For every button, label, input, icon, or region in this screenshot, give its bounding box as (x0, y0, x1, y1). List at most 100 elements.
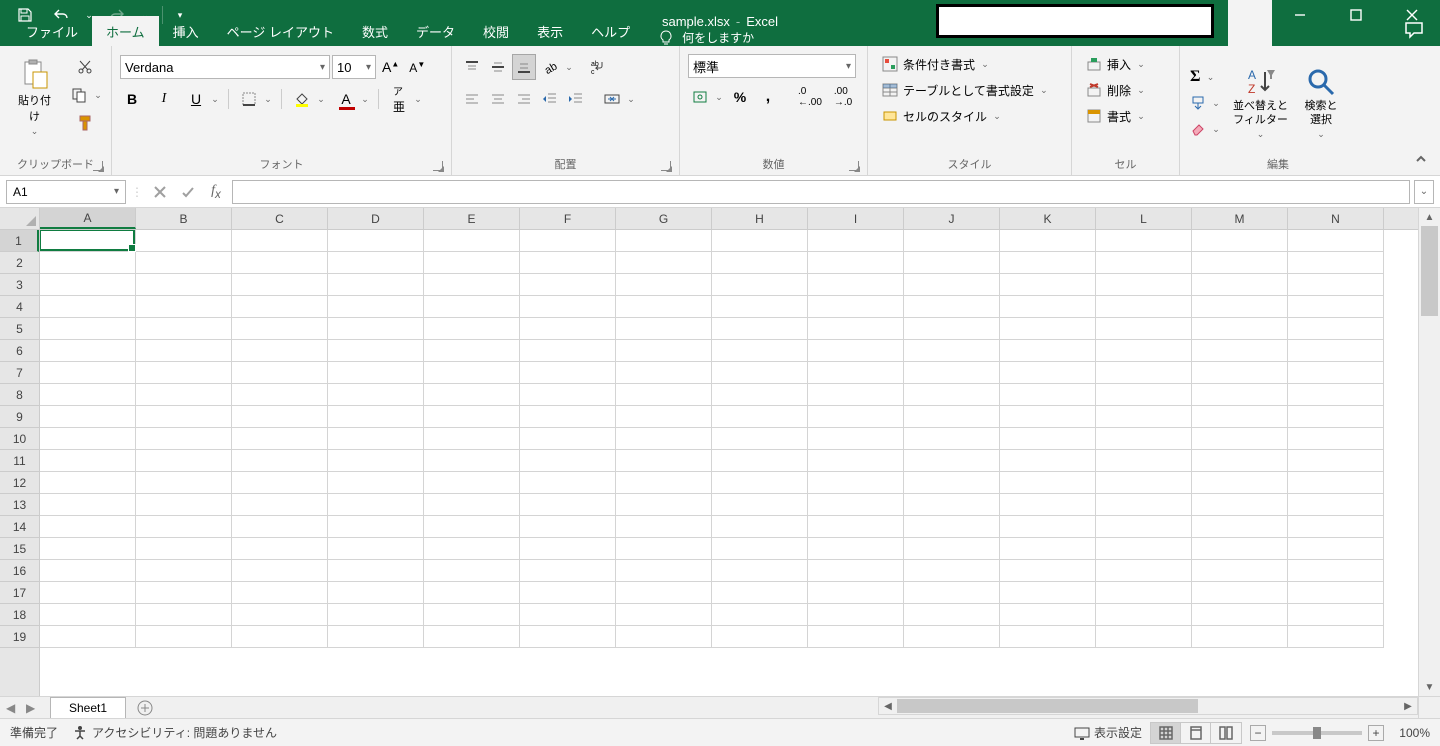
cell[interactable] (1192, 274, 1288, 296)
cell[interactable] (616, 384, 712, 406)
cell[interactable] (40, 362, 136, 384)
column-header[interactable]: M (1192, 208, 1288, 229)
paste-button[interactable]: 貼り付け ⌄ (8, 56, 61, 139)
orientation-dropdown[interactable]: ⌄ (564, 62, 574, 73)
cell[interactable] (40, 450, 136, 472)
cells-grid[interactable] (40, 230, 1418, 696)
cell[interactable] (520, 516, 616, 538)
scroll-down[interactable]: ▼ (1419, 678, 1440, 696)
cell[interactable] (712, 428, 808, 450)
select-all-corner[interactable] (0, 208, 40, 230)
horizontal-scrollbar[interactable]: ◀ ▶ (878, 697, 1418, 715)
column-header[interactable]: C (232, 208, 328, 229)
cell[interactable] (1192, 230, 1288, 252)
cell[interactable] (904, 494, 1000, 516)
accounting-dropdown[interactable]: ⌄ (714, 92, 724, 103)
cell[interactable] (712, 406, 808, 428)
cell[interactable] (616, 626, 712, 648)
row-header[interactable]: 1 (0, 230, 39, 252)
cell[interactable] (1288, 230, 1384, 252)
cell[interactable] (904, 362, 1000, 384)
cell[interactable] (424, 538, 520, 560)
cell[interactable] (40, 252, 136, 274)
cell[interactable] (232, 428, 328, 450)
tell-me[interactable]: 何をしますか (658, 29, 754, 46)
cell[interactable] (328, 406, 424, 428)
cell[interactable] (1192, 362, 1288, 384)
cell[interactable] (1288, 406, 1384, 428)
tab-formulas[interactable]: 数式 (348, 16, 402, 46)
cell[interactable] (808, 582, 904, 604)
cell[interactable] (232, 230, 328, 252)
sort-filter-button[interactable]: AZ 並べ替えと フィルター⌄ (1227, 64, 1294, 141)
format-cells[interactable]: 書式⌄ (1080, 104, 1152, 128)
cell[interactable] (520, 428, 616, 450)
cell[interactable] (1192, 340, 1288, 362)
row-header[interactable]: 12 (0, 472, 39, 494)
cell[interactable] (424, 560, 520, 582)
column-header[interactable]: I (808, 208, 904, 229)
column-header[interactable]: L (1096, 208, 1192, 229)
cell[interactable] (616, 604, 712, 626)
cell[interactable] (40, 472, 136, 494)
cell[interactable] (904, 274, 1000, 296)
collapse-ribbon[interactable] (1414, 152, 1428, 169)
column-header[interactable]: G (616, 208, 712, 229)
cell[interactable] (424, 340, 520, 362)
cell[interactable] (1288, 362, 1384, 384)
tab-data[interactable]: データ (402, 16, 469, 46)
cell[interactable] (808, 340, 904, 362)
cell[interactable] (1096, 406, 1192, 428)
cell[interactable] (1288, 604, 1384, 626)
cell[interactable] (1288, 340, 1384, 362)
number-format-combo[interactable]: 標準▾ (688, 54, 856, 78)
cell[interactable] (424, 428, 520, 450)
cell[interactable] (1288, 428, 1384, 450)
cell[interactable] (424, 626, 520, 648)
cell[interactable] (136, 230, 232, 252)
cell[interactable] (232, 274, 328, 296)
cell[interactable] (520, 406, 616, 428)
accounting-format[interactable] (688, 84, 712, 110)
cell[interactable] (328, 362, 424, 384)
cell[interactable] (232, 406, 328, 428)
cell[interactable] (904, 384, 1000, 406)
cell[interactable] (1096, 538, 1192, 560)
cell[interactable] (136, 340, 232, 362)
cell[interactable] (328, 450, 424, 472)
cell[interactable] (424, 252, 520, 274)
cell[interactable] (424, 318, 520, 340)
cell[interactable] (136, 450, 232, 472)
cell[interactable] (232, 296, 328, 318)
cell[interactable] (616, 516, 712, 538)
cell[interactable] (1000, 516, 1096, 538)
cell[interactable] (520, 450, 616, 472)
row-header[interactable]: 8 (0, 384, 39, 406)
cell[interactable] (328, 274, 424, 296)
fill-color-dropdown[interactable]: ⌄ (316, 94, 326, 105)
row-header[interactable]: 18 (0, 604, 39, 626)
delete-cells[interactable]: 削除⌄ (1080, 78, 1152, 102)
cell[interactable] (40, 274, 136, 296)
cell[interactable] (616, 428, 712, 450)
comments-button[interactable] (1404, 20, 1426, 42)
cell[interactable] (136, 582, 232, 604)
cell[interactable] (40, 538, 136, 560)
cell[interactable] (904, 626, 1000, 648)
tab-page-layout[interactable]: ページ レイアウト (213, 16, 348, 46)
cell[interactable] (808, 428, 904, 450)
cell[interactable] (808, 252, 904, 274)
cell[interactable] (1096, 274, 1192, 296)
cell[interactable] (1000, 538, 1096, 560)
cell[interactable] (1096, 626, 1192, 648)
cell[interactable] (1000, 450, 1096, 472)
copy-button[interactable] (67, 82, 91, 108)
cell[interactable] (136, 384, 232, 406)
sheet-nav-prev[interactable]: ◀ (6, 701, 20, 715)
cell[interactable] (1096, 362, 1192, 384)
cell[interactable] (1288, 252, 1384, 274)
cell[interactable] (424, 384, 520, 406)
cell[interactable] (1288, 274, 1384, 296)
clipboard-dialog-launcher[interactable] (93, 161, 103, 171)
conditional-formatting[interactable]: 条件付き書式⌄ (876, 52, 996, 76)
